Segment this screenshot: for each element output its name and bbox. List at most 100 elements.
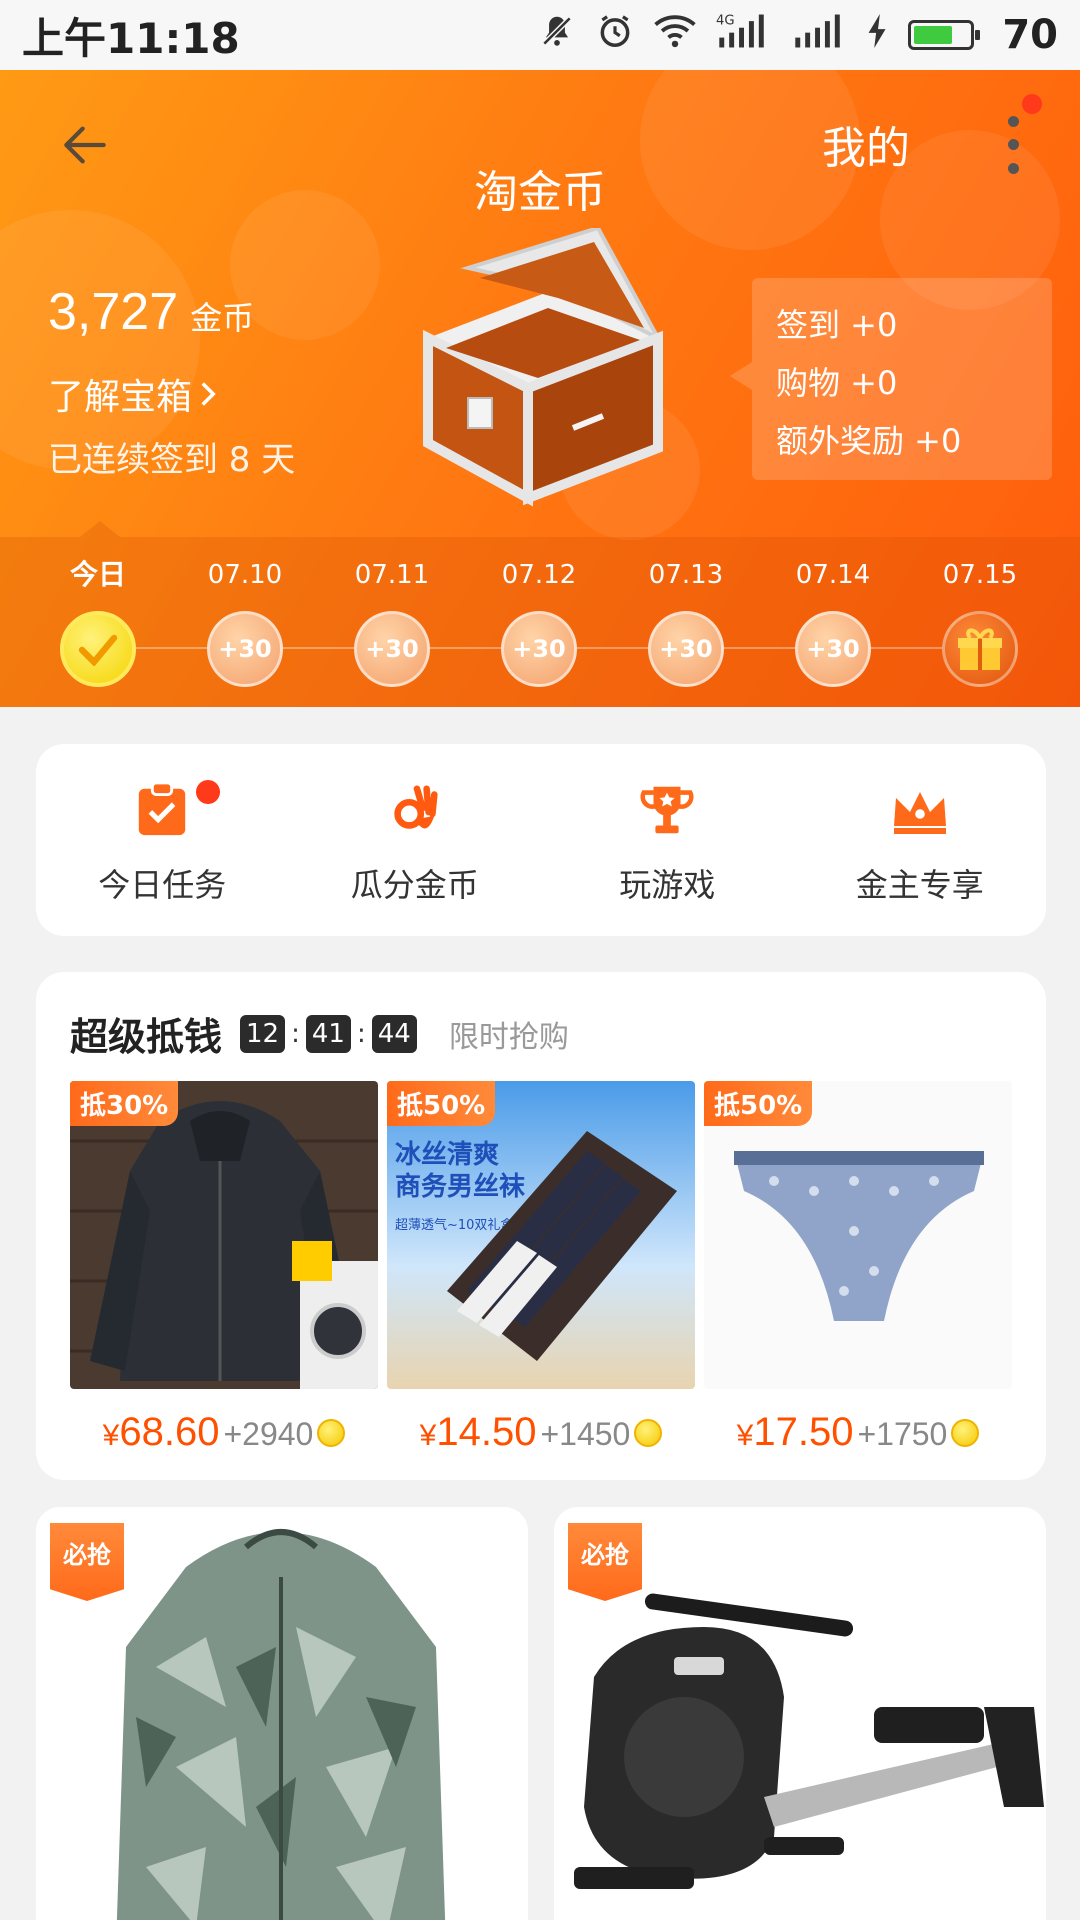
- trophy-icon: [637, 780, 697, 840]
- status-bar: 上午11:18 4G 70: [0, 0, 1080, 70]
- action-split-coins[interactable]: 瓜分金币: [289, 744, 542, 936]
- reward-shopping: 购物 +0: [776, 364, 898, 402]
- coin-deduction: +1750: [857, 1416, 948, 1452]
- deals-subtitle: 限时抢购: [448, 1019, 569, 1055]
- deduction-tag: 抵50%: [387, 1081, 496, 1126]
- action-label: 瓜分金币: [350, 866, 479, 904]
- reward-coin: +30: [795, 611, 871, 687]
- product-card-briefs[interactable]: 抵50%: [704, 1081, 1012, 1389]
- svg-text:超薄透气~10双礼盒: 超薄透气~10双礼盒: [395, 1217, 513, 1233]
- charging-icon: [868, 13, 888, 57]
- ok-hand-icon: [385, 780, 445, 840]
- reward-coin: +30: [648, 611, 724, 687]
- action-label: 玩游戏: [619, 866, 716, 904]
- briefs-image: [704, 1081, 1012, 1389]
- task-badge-dot: [196, 780, 220, 804]
- battery-percent: 70: [1002, 12, 1058, 58]
- today-pointer: [80, 521, 120, 537]
- mine-link[interactable]: 我的: [822, 112, 910, 176]
- battery-icon: [908, 20, 981, 50]
- countdown-minutes: 41: [305, 1014, 351, 1053]
- super-deduction-section: 超级抵钱 12 : 41 : 44 限时抢购 抵30% 抵50% 冰丝清爽 商务…: [36, 972, 1046, 1480]
- timeline-day: 07.12 +30: [479, 557, 599, 687]
- action-play-games[interactable]: 玩游戏: [541, 744, 794, 936]
- deals-header: 超级抵钱 12 : 41 : 44 限时抢购: [70, 1006, 569, 1061]
- task-clipboard-icon: [132, 780, 192, 840]
- socks-image: 冰丝清爽 商务男丝袜 超薄透气~10双礼盒: [387, 1081, 695, 1389]
- timeline-date: 07.13: [648, 560, 724, 590]
- more-dots-icon: [1007, 116, 1019, 128]
- battery-fill: [914, 26, 953, 44]
- countdown-hours: 12: [240, 1014, 286, 1053]
- learn-chest-link[interactable]: 了解宝箱: [48, 368, 218, 420]
- svg-text:冰丝清爽: 冰丝清爽: [395, 1140, 499, 1170]
- price-row: ¥14.50 +1450: [387, 1410, 695, 1455]
- signal-4g-icon: 4G: [716, 11, 772, 60]
- checked-coin-icon: [60, 611, 136, 687]
- quick-actions: 今日任务 瓜分金币 玩游戏 金主专享: [36, 744, 1046, 936]
- checkin-streak: 已连续签到 8 天: [48, 440, 296, 480]
- countdown-seconds: 44: [371, 1014, 417, 1053]
- learn-chest-label: 了解宝箱: [48, 377, 193, 418]
- coin-icon: [951, 1418, 980, 1447]
- notification-dot: [1022, 94, 1042, 114]
- grid-card-camo-jacket[interactable]: 必抢: [36, 1507, 528, 1920]
- action-label: 金主专享: [855, 866, 984, 904]
- timeline-day: 07.13 +30: [626, 557, 746, 687]
- action-daily-tasks[interactable]: 今日任务: [36, 744, 289, 936]
- svg-text:商务男丝袜: 商务男丝袜: [395, 1171, 525, 1202]
- timeline-date: 07.15: [942, 560, 1018, 590]
- timeline-day: 07.10 +30: [185, 557, 305, 687]
- coin-balance-value: 3,727: [48, 283, 179, 341]
- coin-balance-unit: 金币: [190, 299, 255, 337]
- reward-summary: 签到 +0 购物 +0 额外奖励 +0: [730, 278, 1052, 480]
- price-row: ¥17.50 +1750: [704, 1410, 1012, 1455]
- coin-icon: [317, 1418, 346, 1447]
- page-title: 淘金币: [474, 167, 606, 218]
- reward-checkin: 签到 +0: [776, 306, 898, 344]
- timeline-day: 今日: [38, 557, 158, 687]
- reward-coin: +30: [501, 611, 577, 687]
- action-label: 今日任务: [98, 866, 227, 904]
- must-grab-tag: 必抢: [568, 1523, 642, 1601]
- treasure-chest-icon[interactable]: [408, 228, 688, 508]
- reward-coin: +30: [207, 611, 283, 687]
- deduction-tag: 抵50%: [704, 1081, 813, 1126]
- checkin-timeline: 今日 07.10 +30 07.11 +30 07.12 +30 07.13 +30 07.14 +…: [0, 521, 1080, 707]
- svg-text:4G: 4G: [716, 13, 735, 28]
- wifi-icon: [654, 12, 697, 59]
- coin-deduction: +1450: [540, 1416, 631, 1452]
- product-card-jacket[interactable]: 抵30%: [70, 1081, 378, 1389]
- alarm-icon: [596, 12, 634, 59]
- timeline-date: 今日: [69, 558, 126, 591]
- signal-icon: [792, 11, 848, 60]
- timeline-day: 07.14 +30: [773, 557, 893, 687]
- product-price: ¥68.60: [102, 1410, 220, 1454]
- status-icons: 4G 70: [538, 11, 1058, 60]
- jacket-image: [70, 1081, 378, 1389]
- product-price: ¥17.50: [736, 1410, 854, 1454]
- action-sponsor-exclusive[interactable]: 金主专享: [794, 744, 1047, 936]
- product-price: ¥14.50: [419, 1410, 537, 1454]
- reward-extra: 额外奖励 +0: [776, 422, 962, 460]
- mute-bell-icon: [538, 12, 576, 59]
- price-row: ¥68.60 +2940: [70, 1410, 378, 1455]
- more-menu-button[interactable]: [998, 110, 1028, 180]
- gold-coin-banner: 淘金币 我的 3,727 金币 了解宝箱 已连续签到 8 天 签到 +0 购物 …: [0, 70, 1080, 707]
- timeline-day: 07.15: [920, 557, 1040, 687]
- chevron-right-icon: [201, 382, 216, 406]
- coin-icon: [634, 1418, 663, 1447]
- reward-coin: +30: [354, 611, 430, 687]
- coin-deduction: +2940: [223, 1416, 314, 1452]
- timeline-day: 07.11 +30: [332, 557, 452, 687]
- deduction-tag: 抵30%: [70, 1081, 179, 1126]
- grid-card-rowing-machine[interactable]: 必抢: [554, 1507, 1046, 1920]
- product-card-socks[interactable]: 抵50% 冰丝清爽 商务男丝袜 超薄透气~10双礼盒: [387, 1081, 695, 1389]
- timeline-date: 07.10: [207, 560, 283, 590]
- timeline-date: 07.11: [354, 560, 430, 590]
- status-time: 上午11:18: [22, 13, 240, 63]
- timeline-date: 07.12: [501, 560, 577, 590]
- must-grab-tag: 必抢: [50, 1523, 124, 1601]
- timeline-date: 07.14: [795, 560, 871, 590]
- deals-title: 超级抵钱: [70, 1015, 223, 1059]
